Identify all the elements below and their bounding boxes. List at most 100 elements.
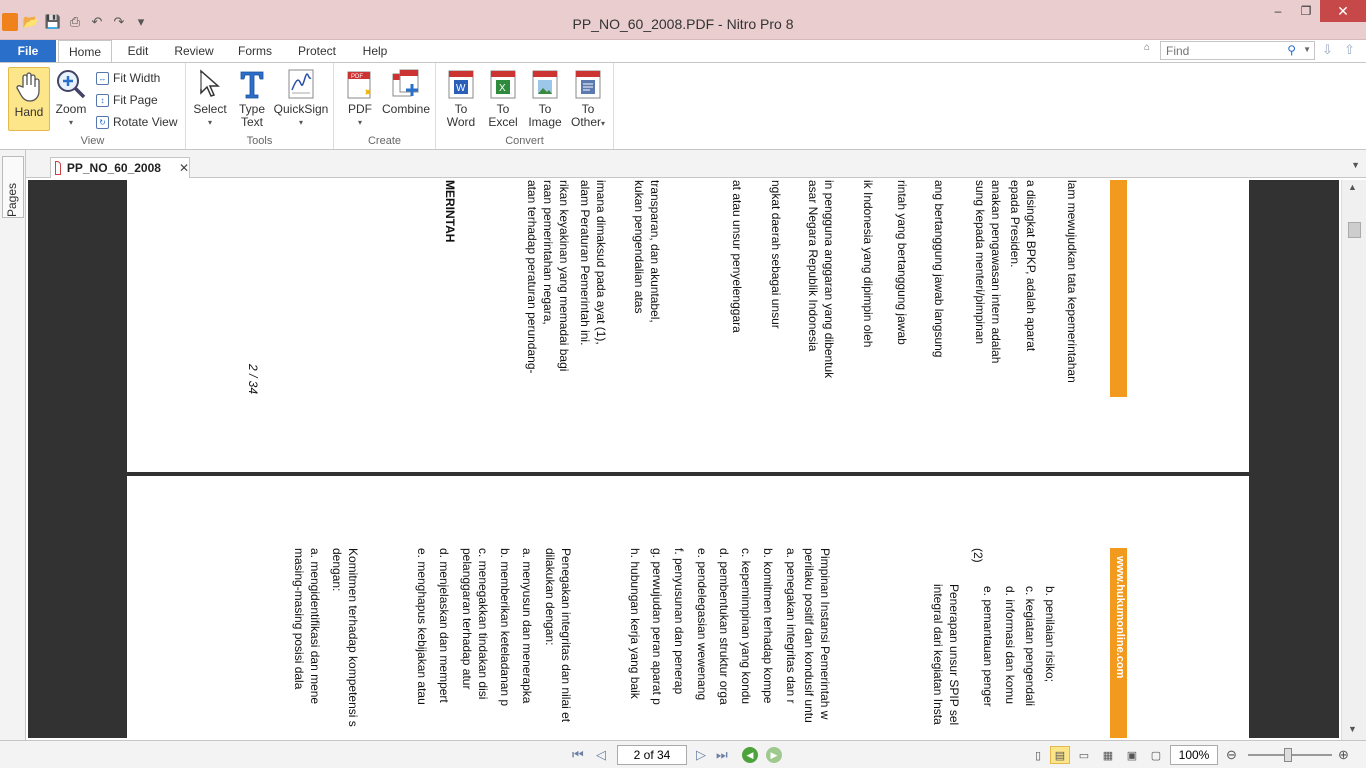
create-pdf-button[interactable]: PDF PDF ▾ bbox=[340, 67, 380, 129]
page-text-line: c. menegakkan tindakan disi bbox=[476, 548, 490, 700]
page-text-line: c. kegiatan pengendali bbox=[1023, 586, 1037, 707]
scrollbar-thumb[interactable] bbox=[1348, 222, 1361, 238]
scroll-up-icon[interactable]: ▲ bbox=[1348, 182, 1357, 192]
to-image-button[interactable]: To Image bbox=[526, 67, 564, 129]
tab-forms[interactable]: Forms bbox=[232, 40, 278, 62]
hand-tool-button[interactable]: Hand bbox=[8, 67, 50, 131]
fit-page-label: Fit Page bbox=[113, 93, 158, 107]
fit-width-button[interactable]: ↔ Fit Width bbox=[96, 68, 160, 88]
first-page-icon[interactable]: ⏮ bbox=[572, 747, 584, 763]
previous-page-icon[interactable]: ◁ bbox=[596, 747, 606, 763]
tab-list-dropdown-icon[interactable]: ▼ bbox=[1351, 160, 1360, 170]
tab-home[interactable]: Home bbox=[58, 40, 112, 63]
pages-panel-label: Pages bbox=[5, 182, 19, 217]
minimize-button[interactable]: – bbox=[1264, 0, 1292, 22]
facing-continuous-view-icon[interactable]: ▦ bbox=[1098, 746, 1118, 764]
quicksign-button[interactable]: QuickSign ▾ bbox=[274, 67, 328, 129]
tab-help[interactable]: Help bbox=[356, 40, 394, 62]
section-heading: MERINTAH bbox=[443, 180, 457, 243]
close-button[interactable]: ✕ bbox=[1320, 0, 1366, 22]
page-text-line: perilaku positif dan kondusif untu bbox=[802, 548, 816, 723]
last-page-icon[interactable]: ⏭ bbox=[716, 747, 728, 763]
page-number-input[interactable] bbox=[617, 745, 687, 765]
page-text-line: a. mengidentifikasi dan mene bbox=[308, 548, 322, 705]
page-text-line: e. menghapus kebijakan atau bbox=[415, 548, 429, 705]
word-doc-icon: W bbox=[444, 67, 478, 101]
rotate-icon: ↻ bbox=[96, 115, 109, 129]
find-input[interactable] bbox=[1161, 42, 1281, 59]
fit-page-button[interactable]: ↕ Fit Page bbox=[96, 90, 158, 110]
file-menu-button[interactable]: File bbox=[0, 40, 56, 62]
page-text-line: b. memberikan keteladanan p bbox=[498, 548, 512, 707]
page-text-line: at atau unsur penyelenggara bbox=[730, 180, 744, 333]
watermark-bar: www.hukumonline.com bbox=[1110, 548, 1127, 738]
zoom-slider-knob[interactable] bbox=[1284, 748, 1292, 762]
continuous-view-icon[interactable]: ▤ bbox=[1050, 746, 1070, 764]
to-other-button[interactable]: To Other▾ bbox=[568, 67, 608, 130]
page-text-line: rintah yang bertanggung jawab bbox=[895, 180, 909, 345]
tab-review[interactable]: Review bbox=[170, 40, 218, 62]
other-doc-icon bbox=[571, 67, 605, 101]
fullscreen-view-icon[interactable]: ▣ bbox=[1122, 746, 1142, 764]
to-image-label-2: Image bbox=[528, 115, 562, 129]
zoom-out-icon[interactable]: ⊖ bbox=[1226, 747, 1237, 763]
single-page-view-icon[interactable]: ▯ bbox=[1028, 746, 1048, 764]
go-back-icon[interactable]: ◀ bbox=[742, 747, 758, 763]
to-excel-button[interactable]: X To Excel bbox=[484, 67, 522, 129]
find-next-icon[interactable]: ⇩ bbox=[1322, 42, 1333, 58]
to-excel-label-2: Excel bbox=[488, 115, 518, 129]
page-text-line: dengan: bbox=[330, 548, 344, 592]
zoom-slider[interactable] bbox=[1248, 748, 1332, 762]
page-text-line: lam mewujudkan tata kepemerintahan bbox=[1065, 180, 1079, 383]
find-options-dropdown-icon[interactable]: ▼ bbox=[1303, 45, 1311, 54]
combine-icon bbox=[389, 67, 423, 101]
svg-text:X: X bbox=[499, 83, 506, 94]
page-text-line: g. perwujudan peran aparat p bbox=[650, 548, 664, 705]
collapse-ribbon-icon[interactable]: ⌂ bbox=[1144, 42, 1150, 53]
page-text-line: d. informasi dan komu bbox=[1003, 586, 1017, 705]
next-page-icon[interactable]: ▷ bbox=[696, 747, 706, 763]
vertical-scrollbar[interactable]: ▲ ▼ bbox=[1341, 180, 1366, 740]
facing-view-icon[interactable]: ▭ bbox=[1074, 746, 1094, 764]
quicksign-dropdown-icon: ▾ bbox=[298, 118, 303, 127]
page-text-line: integral dari kegiatan Insta bbox=[931, 584, 945, 725]
quicksign-label: QuickSign bbox=[273, 102, 329, 116]
combine-button[interactable]: Combine bbox=[382, 67, 430, 116]
page-text-line: imana dimaksud pada ayat (1), bbox=[594, 180, 608, 345]
pages-panel-tab[interactable]: Pages bbox=[2, 156, 24, 218]
page-text-line: atan terhadap peraturan perundang- bbox=[525, 180, 539, 374]
pdf-page-2: lam mewujudkan tata kepemerintahan a dis… bbox=[127, 180, 1249, 472]
go-forward-icon[interactable]: ▶ bbox=[766, 747, 782, 763]
document-tab[interactable]: PP_NO_60_2008 ✕ bbox=[50, 157, 190, 178]
page-text-line: d. pembentukan struktur orga bbox=[717, 548, 731, 705]
find-previous-icon[interactable]: ⇧ bbox=[1344, 42, 1355, 58]
to-word-button[interactable]: W To Word bbox=[442, 67, 480, 129]
create-group: PDF PDF ▾ Combine Create bbox=[334, 63, 436, 149]
rotate-view-button[interactable]: ↻ Rotate View bbox=[96, 112, 177, 132]
zoom-button[interactable]: Zoom ▾ bbox=[52, 67, 90, 129]
search-icon[interactable]: ⚲ bbox=[1287, 43, 1296, 57]
page-text-line: c. kepemimpinan yang kondu bbox=[739, 548, 753, 705]
page-text-line: dilakukan dengan: bbox=[543, 548, 557, 646]
tab-protect[interactable]: Protect bbox=[292, 40, 342, 62]
page-text-line: kukan pengendalian atas bbox=[632, 180, 646, 314]
page-text-line: (2) bbox=[971, 548, 985, 563]
reading-mode-icon[interactable]: ▢ bbox=[1146, 746, 1166, 764]
combine-label: Combine bbox=[381, 102, 431, 116]
select-button[interactable]: Select ▾ bbox=[192, 67, 228, 129]
pdf-page-3: www.hukumonline.com b. penilaian risiko;… bbox=[127, 476, 1249, 738]
tools-group-label: Tools bbox=[246, 135, 273, 147]
image-doc-icon bbox=[528, 67, 562, 101]
page-text-line: masing-masing posisi dala bbox=[292, 548, 306, 690]
scroll-down-icon[interactable]: ▼ bbox=[1348, 724, 1357, 734]
zoom-in-icon[interactable]: ⊕ bbox=[1338, 747, 1349, 763]
document-viewer[interactable]: lam mewujudkan tata kepemerintahan a dis… bbox=[28, 180, 1339, 738]
type-text-button[interactable]: Type Text bbox=[234, 67, 270, 129]
maximize-button[interactable]: ❐ bbox=[1292, 0, 1320, 22]
zoom-level-input[interactable] bbox=[1170, 745, 1218, 765]
pdf-dropdown-icon: ▾ bbox=[357, 118, 362, 127]
zoom-dropdown-icon: ▾ bbox=[68, 118, 73, 127]
close-document-tab-icon[interactable]: ✕ bbox=[179, 161, 189, 175]
page-text-line: raan pemerintahan negara, bbox=[541, 180, 555, 325]
tab-edit[interactable]: Edit bbox=[116, 40, 160, 62]
